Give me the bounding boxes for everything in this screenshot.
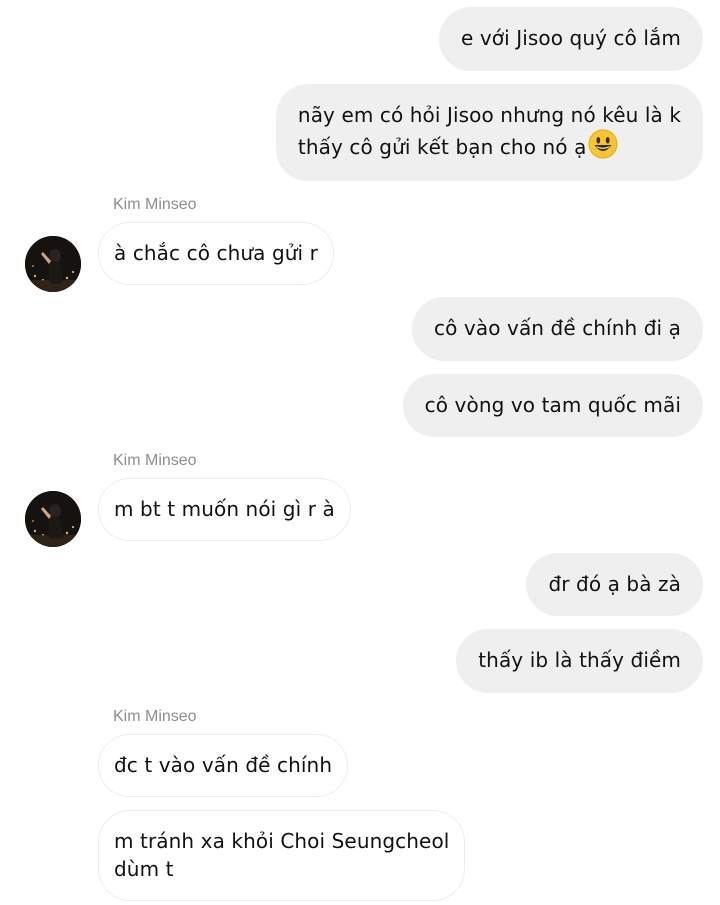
sender-name: Kim Minseo [113,708,197,725]
sender-name: Kim Minseo [113,452,197,469]
message-text: cô vòng vo tam quốc mãi [424,393,681,417]
outgoing-message[interactable]: cô vào vấn đề chính đi ạ [412,297,703,361]
sender-name: Kim Minseo [113,196,197,213]
message-text: à chắc cô chưa gửi r [114,241,318,265]
avatar[interactable] [25,236,81,292]
message-text: đr đó ạ bà zà [548,572,681,596]
message-text: m bt t muốn nói gì r à [114,497,335,521]
message-text: đc t vào vấn đề chính [114,753,333,777]
avatar[interactable] [25,491,81,547]
incoming-message[interactable]: m tránh xa khỏi Choi Seungcheol dùm t [98,810,466,901]
outgoing-message[interactable]: đr đó ạ bà zà [526,553,703,616]
message-text: thấy ib là thấy điềm [478,648,681,672]
avatar-photo [25,491,81,547]
message-text-line: dùm t [114,857,174,881]
message-text-line: nãy em có hỏi Jisoo nhưng nó kêu là k [297,103,681,127]
outgoing-message[interactable]: cô vòng vo tam quốc mãi [402,374,703,437]
incoming-message[interactable]: m bt t muốn nói gì r à [98,478,351,541]
outgoing-message[interactable]: e với Jisoo quý cô lắm [438,7,703,71]
incoming-message[interactable]: đc t vào vấn đề chính [98,734,349,797]
smiling-face-emoji [588,129,618,159]
incoming-message[interactable]: à chắc cô chưa gửi r [98,222,334,285]
message-text-line: thấy cô gửi kết bạn cho nó ạ [298,129,681,161]
message-text: cô vào vấn đề chính đi ạ [434,316,681,340]
avatar-photo [25,236,81,292]
message-text-line: m tránh xa khỏi Choi Seungcheol [114,829,450,853]
outgoing-message[interactable]: nãy em có hỏi Jisoo nhưng nó kêu là k th… [275,84,703,181]
outgoing-message[interactable]: thấy ib là thấy điềm [456,629,703,693]
message-text: e với Jisoo quý cô lắm [460,26,681,50]
